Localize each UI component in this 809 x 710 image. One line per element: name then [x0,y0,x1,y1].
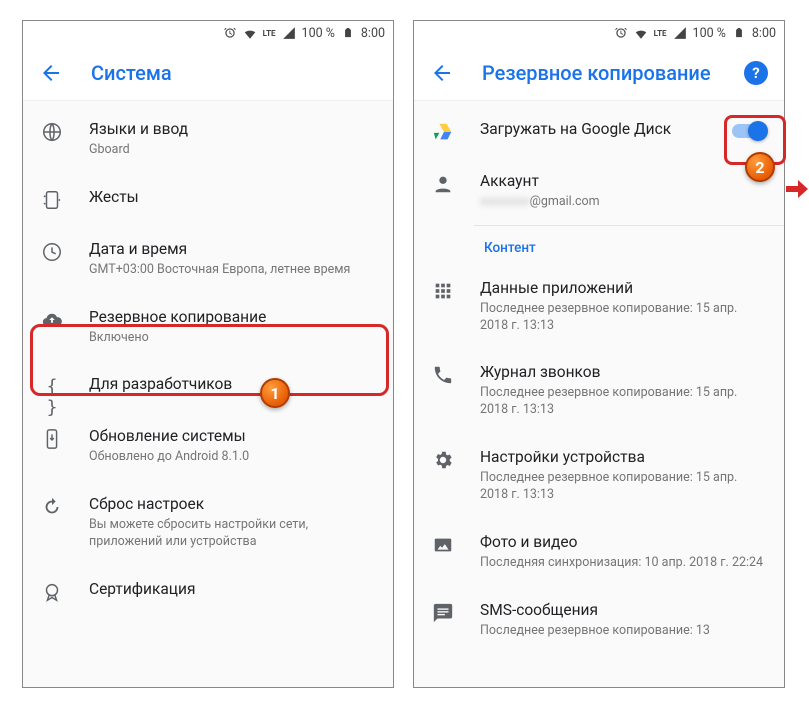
header: Резервное копирование ? [414,45,784,101]
net-label: LTE [263,29,276,38]
update-icon [41,428,63,450]
item-sub: Включено [89,330,377,347]
item-sub: Вы можете сбросить настройки сети, прило… [89,517,377,551]
item-sub: Последнее резервное копирование: 15 апр.… [480,385,768,419]
toggle-upload[interactable] [732,121,768,141]
alarm-icon [223,26,237,40]
item-call-log[interactable]: Журнал звонковПоследнее резервное копиро… [414,348,784,433]
back-icon[interactable] [39,61,63,85]
item-title: Обновление системы [89,426,377,447]
item-upload-drive[interactable]: Загружать на Google Диск [414,105,784,157]
clock-icon [41,241,63,263]
item-certification[interactable]: Сертификация [23,565,393,617]
item-title: Для разработчиков [89,374,377,395]
braces-icon: { } [41,376,63,398]
net-label: LTE [654,29,667,38]
status-bar: LTE 100 % 8:00 [23,21,393,45]
signal-icon [673,26,687,40]
phone-right: LTE 100 % 8:00 Резервное копирование ? З… [413,20,785,688]
wifi-icon [634,26,648,40]
item-sub: Обновлено до Android 8.1.0 [89,449,377,466]
back-icon[interactable] [430,61,454,85]
backup-list: Загружать на Google Диск Аккаунт xxxxxxxx… [414,101,784,653]
item-gestures[interactable]: Жесты [23,173,393,225]
section-content: Контент [414,226,784,264]
item-title: Резервное копирование [89,307,377,328]
battery-icon [732,26,746,40]
item-title: Загружать на Google Диск [480,119,698,140]
battery-label: 100 % [693,26,726,41]
item-title: Аккаунт [480,171,768,192]
item-title: Настройки устройства [480,447,768,468]
item-sub: Последняя синхронизация: 10 апр. 2018 г.… [480,555,768,572]
item-sub: Последнее резервное копирование: 15 апр.… [480,470,768,504]
gestures-icon [41,189,63,211]
item-account[interactable]: Аккаунт xxxxxxxx@gmail.com [414,157,784,225]
item-title: Жесты [89,187,377,208]
time-label: 8:00 [752,26,776,41]
image-icon [432,534,454,556]
annotation-marker-2: 2 [745,152,775,182]
wifi-icon [243,26,257,40]
annotation-arrow-icon [786,180,808,198]
item-reset[interactable]: Сброс настроекВы можете сбросить настрой… [23,480,393,565]
header: Система [23,45,393,101]
rosette-icon [41,581,63,603]
battery-label: 100 % [302,26,335,41]
status-bar: LTE 100 % 8:00 [414,21,784,45]
item-app-data[interactable]: Данные приложенийПоследнее резервное коп… [414,264,784,349]
annotation-marker-1: 1 [260,378,290,408]
item-sub: xxxxxxxx@gmail.com [480,194,768,211]
battery-icon [341,26,355,40]
account-icon [432,173,454,195]
phone-icon [432,364,454,386]
reset-icon [41,496,63,518]
item-datetime[interactable]: Дата и время GMT+03:00 Восточная Европа, … [23,225,393,293]
item-title: SMS-сообщения [480,600,768,621]
item-sub: Последнее резервное копирование: 13 [480,623,768,640]
page-title: Резервное копирование [482,61,711,85]
item-photos[interactable]: Фото и видео Последняя синхронизация: 10 … [414,518,784,586]
item-title: Языки и ввод [89,119,377,140]
backup-icon [41,309,63,331]
help-icon[interactable]: ? [744,61,768,85]
time-label: 8:00 [361,26,385,41]
apps-icon [432,280,454,302]
sms-icon [432,602,454,624]
item-title: Журнал звонков [480,362,768,383]
phone-left: LTE 100 % 8:00 Система Языки и ввод Gboar… [22,20,394,688]
item-title: Сертификация [89,579,377,600]
item-sub: Gboard [89,142,377,159]
item-backup[interactable]: Резервное копирование Включено [23,293,393,361]
drive-icon [432,121,454,143]
signal-icon [282,26,296,40]
item-title: Фото и видео [480,532,768,553]
item-sub: GMT+03:00 Восточная Европа, летнее время [89,262,377,279]
item-title: Дата и время [89,239,377,260]
item-title: Данные приложений [480,278,768,299]
item-languages[interactable]: Языки и ввод Gboard [23,105,393,173]
globe-icon [41,121,63,143]
item-sms[interactable]: SMS-сообщения Последнее резервное копиров… [414,586,784,654]
settings-list: Языки и ввод Gboard Жесты Дата и время GMT… [23,101,393,617]
item-developer[interactable]: { } Для разработчиков [23,360,393,412]
item-title: Сброс настроек [89,494,377,515]
alarm-icon [614,26,628,40]
item-device-settings[interactable]: Настройки устройстваПоследнее резервное … [414,433,784,518]
item-sub: Последнее резервное копирование: 15 апр.… [480,301,768,335]
item-update[interactable]: Обновление системы Обновлено до Android 8… [23,412,393,480]
gear-icon [432,449,454,471]
page-title: Система [91,61,172,85]
